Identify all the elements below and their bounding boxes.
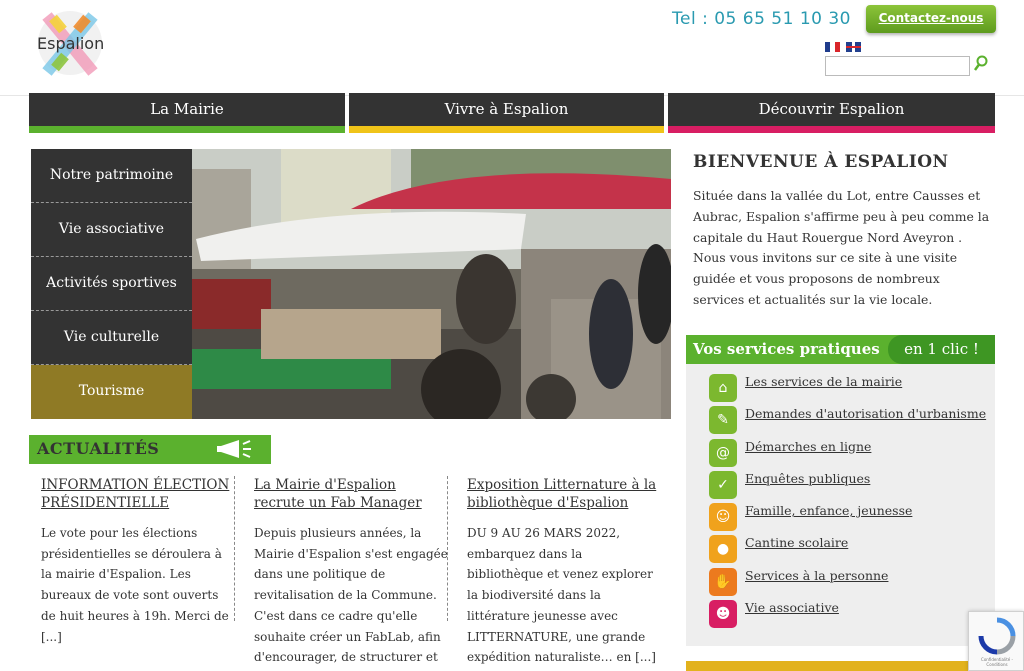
service-item-enquetes[interactable]: ✓ Enquêtes publiques: [707, 469, 987, 501]
service-label[interactable]: Les services de la mairie: [745, 374, 902, 389]
search-input[interactable]: [825, 56, 970, 76]
logo-text: Espalion: [37, 34, 105, 53]
news-headline[interactable]: Exposition Litternature à la bibliothèqu…: [467, 476, 662, 512]
hands-icon: ✋: [709, 567, 737, 596]
french-flag-icon[interactable]: [825, 42, 840, 52]
recaptcha-icon: [978, 617, 1016, 655]
service-label[interactable]: Cantine scolaire: [745, 535, 848, 550]
news-item: La Mairie d'Espalion recrute un Fab Mana…: [254, 476, 449, 668]
news-item: Exposition Litternature à la bibliothèqu…: [467, 476, 662, 668]
recaptcha-text: Confidentialité - Conditions: [981, 657, 1013, 667]
espalion-logo[interactable]: Espalion: [33, 10, 107, 76]
recaptcha-badge[interactable]: Confidentialité - Conditions: [968, 611, 1024, 671]
nav-decouvrir-espalion[interactable]: Découvrir Espalion: [668, 93, 995, 133]
services-tag: en 1 clic !: [888, 335, 995, 364]
news-divider: [234, 476, 235, 621]
english-flag-icon[interactable]: [846, 42, 861, 52]
side-item-vie-culturelle[interactable]: Vie culturelle: [31, 311, 192, 365]
service-item-urbanisme[interactable]: ✎ Demandes d'autorisation d'urbanisme: [707, 404, 987, 436]
services-title: Vos services pratiques: [693, 340, 880, 358]
plate-icon: ●: [709, 535, 737, 564]
agenda-header-strip: [686, 661, 995, 671]
service-item-cantine[interactable]: ● Cantine scolaire: [707, 533, 987, 565]
news-excerpt: Depuis plusieurs années, la Mairie d'Esp…: [254, 526, 448, 665]
service-label[interactable]: Services à la personne: [745, 568, 888, 583]
news-excerpt: DU 9 AU 26 MARS 2022, embarquez dans la …: [467, 526, 656, 665]
service-label[interactable]: Demandes d'autorisation d'urbanisme: [745, 406, 986, 421]
service-item-personne[interactable]: ✋ Services à la personne: [707, 566, 987, 598]
nav-vivre-a-espalion[interactable]: Vivre à Espalion: [349, 93, 664, 133]
news-item: INFORMATION ÉLECTION PRÉSIDENTIELLE Le v…: [41, 476, 236, 647]
family-icon: ☺: [709, 503, 737, 532]
news-headline[interactable]: INFORMATION ÉLECTION PRÉSIDENTIELLE: [41, 476, 236, 512]
masks-icon: ☻: [709, 600, 737, 629]
town-hall-icon: ⌂: [709, 374, 737, 402]
services-list: ⌂ Les services de la mairie ✎ Demandes d…: [707, 372, 987, 630]
side-item-vie-associative[interactable]: Vie associative: [31, 203, 192, 257]
contact-button[interactable]: Contactez-nous: [866, 5, 996, 33]
document-icon: ✎: [709, 406, 737, 435]
clipboard-icon: ✓: [709, 470, 737, 499]
side-item-tourisme[interactable]: Tourisme: [31, 365, 192, 419]
service-label[interactable]: Vie associative: [745, 600, 839, 615]
side-item-activites-sportives[interactable]: Activités sportives: [31, 257, 192, 311]
phone-number: Tel : 05 65 51 10 30: [672, 9, 851, 29]
megaphone-icon: [217, 440, 251, 458]
service-label[interactable]: Enquêtes publiques: [745, 471, 870, 486]
side-menu: Notre patrimoine Vie associative Activit…: [31, 149, 192, 419]
language-switcher: [825, 42, 861, 52]
news-divider: [447, 476, 448, 621]
service-item-famille[interactable]: ☺ Famille, enfance, jeunesse: [707, 501, 987, 533]
news-headline[interactable]: La Mairie d'Espalion recrute un Fab Mana…: [254, 476, 449, 512]
service-label[interactable]: Famille, enfance, jeunesse: [745, 503, 912, 518]
news-title: ACTUALITÉS: [37, 439, 160, 458]
site-header: Espalion Tel : 05 65 51 10 30 Contactez-…: [0, 0, 1024, 96]
side-item-notre-patrimoine[interactable]: Notre patrimoine: [31, 149, 192, 203]
service-item-demarches[interactable]: @ Démarches en ligne: [707, 437, 987, 469]
search-icon[interactable]: [973, 55, 989, 73]
online-form-icon: @: [709, 438, 737, 467]
services-header: Vos services pratiques en 1 clic !: [686, 335, 995, 364]
news-excerpt: Le vote pour les élections présidentiell…: [41, 526, 229, 644]
service-label[interactable]: Démarches en ligne: [745, 439, 871, 454]
news-header: ACTUALITÉS: [29, 435, 271, 464]
nav-la-mairie[interactable]: La Mairie: [29, 93, 345, 133]
welcome-title: BIENVENUE À ESPALION: [693, 152, 949, 172]
welcome-text: Située dans la vallée du Lot, entre Caus…: [693, 188, 990, 307]
service-item-vie-associative[interactable]: ☻ Vie associative: [707, 598, 987, 630]
service-item-mairie[interactable]: ⌂ Les services de la mairie: [707, 372, 987, 404]
